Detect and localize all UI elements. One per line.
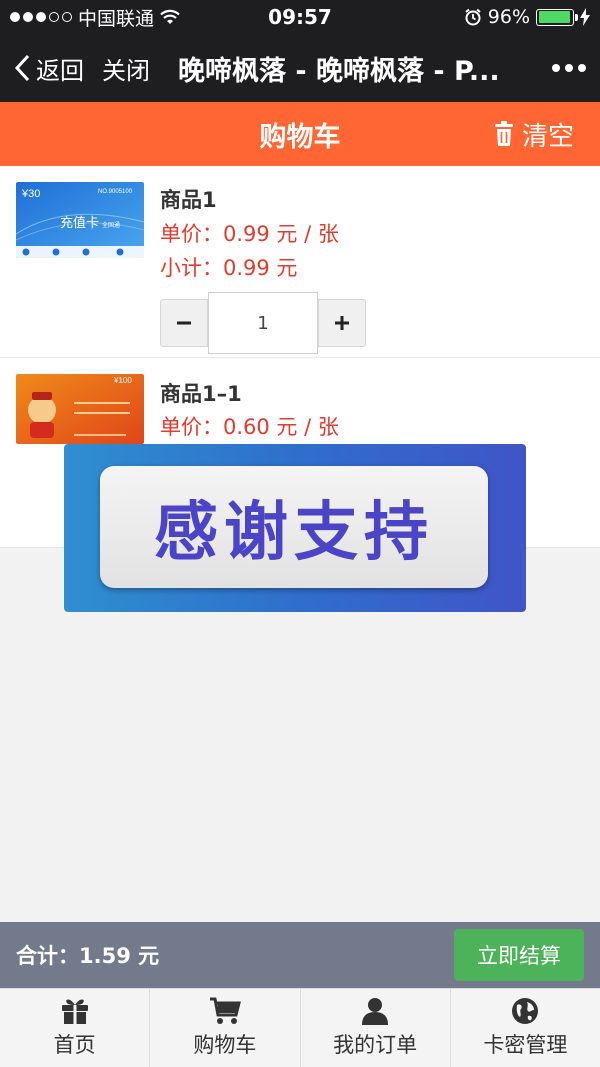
thanks-banner-inner: 感谢支持 [100, 466, 488, 588]
checkout-button[interactable]: 立即结算 [454, 929, 584, 981]
tab-card-manage[interactable]: 卡密管理 [451, 989, 600, 1067]
back-button[interactable]: 返回 [14, 51, 84, 86]
nav-bar: 返回 关闭 晚啼枫落 - 晚啼枫落 - P... [0, 34, 600, 102]
item-subtotal: 小计：0.99 元 [160, 256, 298, 280]
tab-label: 首页 [53, 1033, 96, 1057]
svg-text:¥30: ¥30 [21, 188, 40, 200]
alarm-icon [465, 8, 481, 26]
item-name: 商品1 [160, 188, 217, 212]
more-menu-icon[interactable] [552, 64, 586, 72]
battery-icon [536, 8, 578, 26]
carrier-label: 中国联通 [78, 7, 155, 30]
tab-label: 购物车 [193, 1033, 257, 1057]
cart-total: 合计：1.59 元 [16, 944, 160, 968]
globe-icon [512, 998, 539, 1024]
clear-label: 清空 [521, 121, 574, 152]
svg-text:NO.9005100: NO.9005100 [98, 189, 133, 195]
clear-cart-button[interactable]: 清空 [494, 102, 574, 166]
minus-icon [177, 321, 191, 325]
status-time: 09:57 [268, 5, 332, 29]
wifi-icon [160, 9, 180, 24]
charging-icon [580, 8, 590, 26]
tab-bar: 首页 购物车 我的订单 卡密管理 [0, 988, 600, 1067]
thanks-text: 感谢支持 [154, 496, 434, 570]
increase-button[interactable] [318, 299, 366, 347]
tab-home[interactable]: 首页 [0, 989, 151, 1067]
close-button[interactable]: 关闭 [102, 51, 150, 86]
tab-label: 我的订单 [333, 1033, 418, 1057]
item-unit-price: 单价：0.60 元 / 张 [160, 415, 339, 439]
cart-icon [209, 997, 241, 1024]
cart-item: ¥30 NO.9005100 充值卡 全国通 商品1 单价：0.99 元 / 张… [0, 166, 600, 358]
cart-title: 购物车 [259, 121, 341, 153]
quantity-input[interactable] [208, 292, 318, 354]
page-title: 晚啼枫落 - 晚啼枫落 - P... [178, 55, 500, 87]
user-icon [362, 998, 389, 1025]
back-label: 返回 [36, 56, 84, 85]
tab-orders[interactable]: 我的订单 [301, 989, 451, 1067]
svg-text:充值卡: 充值卡 [60, 215, 99, 231]
cart-header: 购物车 清空 [0, 102, 600, 166]
status-left: 中国联通 [10, 4, 210, 31]
status-bar: 中国联通 09:57 96% [0, 0, 600, 34]
svg-text:¥100: ¥100 [113, 376, 132, 385]
summary-bar: 合计：1.59 元 立即结算 [0, 922, 600, 988]
tab-label: 卡密管理 [483, 1033, 568, 1057]
thanks-banner: 感谢支持 [64, 444, 526, 612]
decrease-button[interactable] [160, 299, 208, 347]
gift-icon [61, 999, 88, 1024]
page: 中国联通 09:57 96% 返回 关闭 晚啼枫落 - 晚啼枫落 - P... … [0, 0, 600, 1067]
chevron-left-icon [14, 54, 30, 82]
trash-icon [494, 121, 513, 146]
plus-icon [335, 316, 349, 330]
item-unit-price: 单价：0.99 元 / 张 [160, 222, 339, 246]
status-right: 96% [390, 6, 590, 28]
svg-text:全国通: 全国通 [102, 221, 120, 229]
signal-icon [10, 12, 72, 22]
item-name: 商品1–1 [160, 382, 242, 406]
battery-percent: 96% [487, 6, 530, 28]
recharge-card-image: ¥100 [16, 374, 144, 444]
tab-cart[interactable]: 购物车 [150, 989, 301, 1067]
recharge-card-image: ¥30 NO.9005100 充值卡 全国通 [16, 182, 144, 258]
quantity-stepper [160, 292, 368, 354]
